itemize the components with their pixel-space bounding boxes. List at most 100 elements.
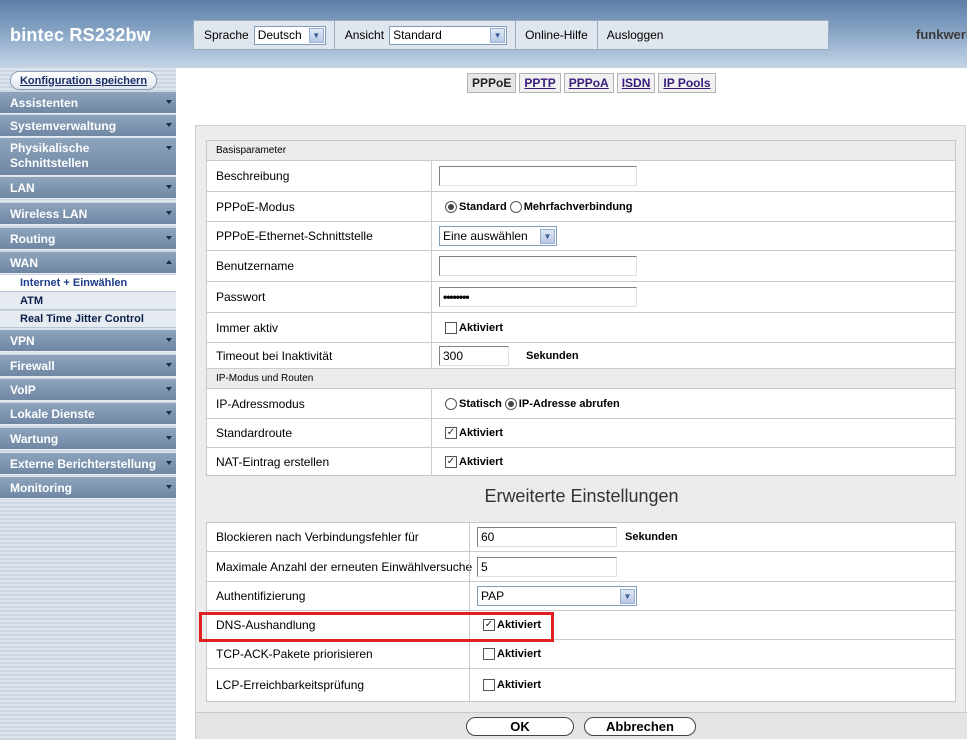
column-divider [469,640,470,668]
chevron-down-icon: ▼ [308,27,324,43]
sidebar-item-label: Wartung [10,431,59,446]
row-tcp-ack: TCP-ACK-Pakete priorisieren Aktiviert [207,640,955,669]
timeout-input[interactable]: 300 [439,345,509,366]
tab-isdn[interactable]: ISDN [616,73,656,93]
tab-ip-pools[interactable]: IP Pools [658,73,716,93]
label-mehrfachverbindung: Mehrfachverbindung [523,200,633,213]
row-timeout: Timeout bei Inaktivität 300 Sekunden [207,343,955,369]
sidebar-item-label: Wireless LAN [10,206,88,221]
product-title: bintec RS232bw [10,25,151,45]
sidebar-item-lan[interactable]: LAN [0,177,176,199]
column-divider [431,343,432,368]
sidebar-item-label: VPN [10,333,35,348]
label-blockieren: Blockieren nach Verbindungsfehler für [216,530,419,544]
username-input[interactable] [439,256,637,276]
sidebar-subitem-atm[interactable]: ATM [0,293,176,310]
toolbar-divider [333,20,335,50]
sidebar-item-externe-berichterstellung[interactable]: Externe Berichterstellung [0,453,176,475]
section-basisparameter: Basisparameter [207,141,955,161]
chevron-down-icon [166,236,172,240]
chevron-down-icon [166,185,172,189]
lcp-checkbox[interactable] [483,679,495,691]
top-toolbar: Sprache Deutsch ▼ Ansicht Standard ▼ Onl… [193,20,967,50]
tab-pppoe[interactable]: PPPoE [467,73,517,93]
password-input[interactable]: •••••••• [439,287,637,307]
description-input[interactable] [439,166,637,186]
save-config-button[interactable]: Konfiguration speichern [10,71,157,90]
column-divider [469,669,470,701]
sidebar-item-lokale-dienste[interactable]: Lokale Dienste [0,403,176,425]
sidebar-item-label: Assistenten [10,95,79,110]
label-authentifizierung: Authentifizierung [216,589,306,603]
advanced-settings-title: Erweiterte Einstellungen [484,486,679,506]
ethernet-interface-value: Eine auswählen [443,229,528,243]
sidebar-item-vpn[interactable]: VPN [0,330,176,352]
language-value: Deutsch [257,28,302,42]
view-select[interactable]: Standard ▼ [389,25,508,45]
sidebar-item-label: Monitoring [10,480,72,495]
chevron-down-icon [166,485,172,489]
block-time-input[interactable]: 60 [477,527,617,547]
column-divider [431,222,432,250]
radio-statisch[interactable] [445,397,457,410]
sidebar-item-wan[interactable]: WAN [0,252,176,274]
nat-entry-label: Aktiviert [459,456,504,468]
radio-standard[interactable] [445,200,457,213]
column-divider [469,582,470,610]
sidebar-item-routing[interactable]: Routing [0,228,176,250]
lcp-label: Aktiviert [497,679,542,691]
tab-pptp[interactable]: PPTP [519,73,561,93]
sidebar-item-label: VoIP [10,382,36,397]
tab-bar: PPPoE PPTP PPPoA ISDN IP Pools [467,73,719,93]
row-standardroute: Standardroute ✓ Aktiviert [207,419,955,448]
sidebar-item-voip[interactable]: VoIP [0,379,176,401]
column-divider [431,448,432,476]
tab-pppoa[interactable]: PPPoA [563,73,614,93]
sidebar-item-firewall[interactable]: Firewall [0,355,176,377]
sidebar-item-physikalische-schnittstellen[interactable]: Physikalische Schnittstellen [0,138,176,176]
tcp-ack-checkbox[interactable] [483,648,495,660]
sidebar-item-monitoring[interactable]: Monitoring [0,477,176,499]
section-ip-modus: IP-Modus und Routen [207,369,955,389]
label-standard: Standard [459,200,507,213]
row-beschreibung: Beschreibung [207,161,955,192]
language-select[interactable]: Deutsch ▼ [253,25,326,45]
dns-highlight-box [199,612,554,642]
row-passwort: Passwort •••••••• [207,282,955,313]
label-statisch: Statisch [459,397,502,410]
chevron-down-icon [166,338,172,342]
online-help-link[interactable]: Online-Hilfe [525,28,588,42]
logout-link[interactable]: Ausloggen [607,28,664,42]
main-content: Basisparameter Beschreibung PPPoE-Modus … [195,125,967,739]
sidebar-item-assistenten[interactable]: Assistenten [0,92,176,114]
authentication-select[interactable]: PAP ▼ [477,586,637,606]
sidebar-item-wireless-lan[interactable]: Wireless LAN [0,203,176,225]
logo-text: funkwerk [916,27,967,42]
chevron-down-icon [166,146,172,150]
sidebar-item-label: LAN [10,180,35,195]
label-passwort: Passwort [216,290,266,304]
radio-ip-adresse-abrufen[interactable] [504,397,517,410]
toolbar-divider [596,20,598,50]
sidebar-item-systemverwaltung[interactable]: Systemverwaltung [0,115,176,137]
retry-count-input[interactable]: 5 [477,556,617,577]
sidebar-item-label: WAN [10,255,38,270]
sidebar-subitem-internet-einwaehlen[interactable]: Internet + Einwählen [0,275,176,292]
sidebar-item-label: Firewall [10,358,55,373]
ethernet-interface-select[interactable]: Eine auswählen ▼ [439,226,557,246]
label-ip-adresse-abrufen: IP-Adresse abrufen [518,397,620,410]
chevron-down-icon [166,411,172,415]
cancel-button[interactable]: Abbrechen [584,717,696,736]
nat-entry-checkbox[interactable]: ✓ [445,456,457,468]
default-route-checkbox[interactable]: ✓ [445,427,457,439]
language-label: Sprache [204,28,249,42]
always-active-checkbox[interactable] [445,321,457,334]
chevron-down-icon: ▼ [540,228,555,244]
sidebar-item-label: Physikalische Schnittstellen [10,141,90,170]
ok-button[interactable]: OK [466,717,574,736]
sidebar-item-wartung[interactable]: Wartung [0,428,176,450]
radio-mehrfachverbindung[interactable] [509,200,522,213]
sidebar-item-label: Externe Berichterstellung [10,456,157,471]
sidebar-subitem-real-time-jitter-control[interactable]: Real Time Jitter Control [0,311,176,328]
row-immer-aktiv: Immer aktiv Aktiviert [207,313,955,343]
